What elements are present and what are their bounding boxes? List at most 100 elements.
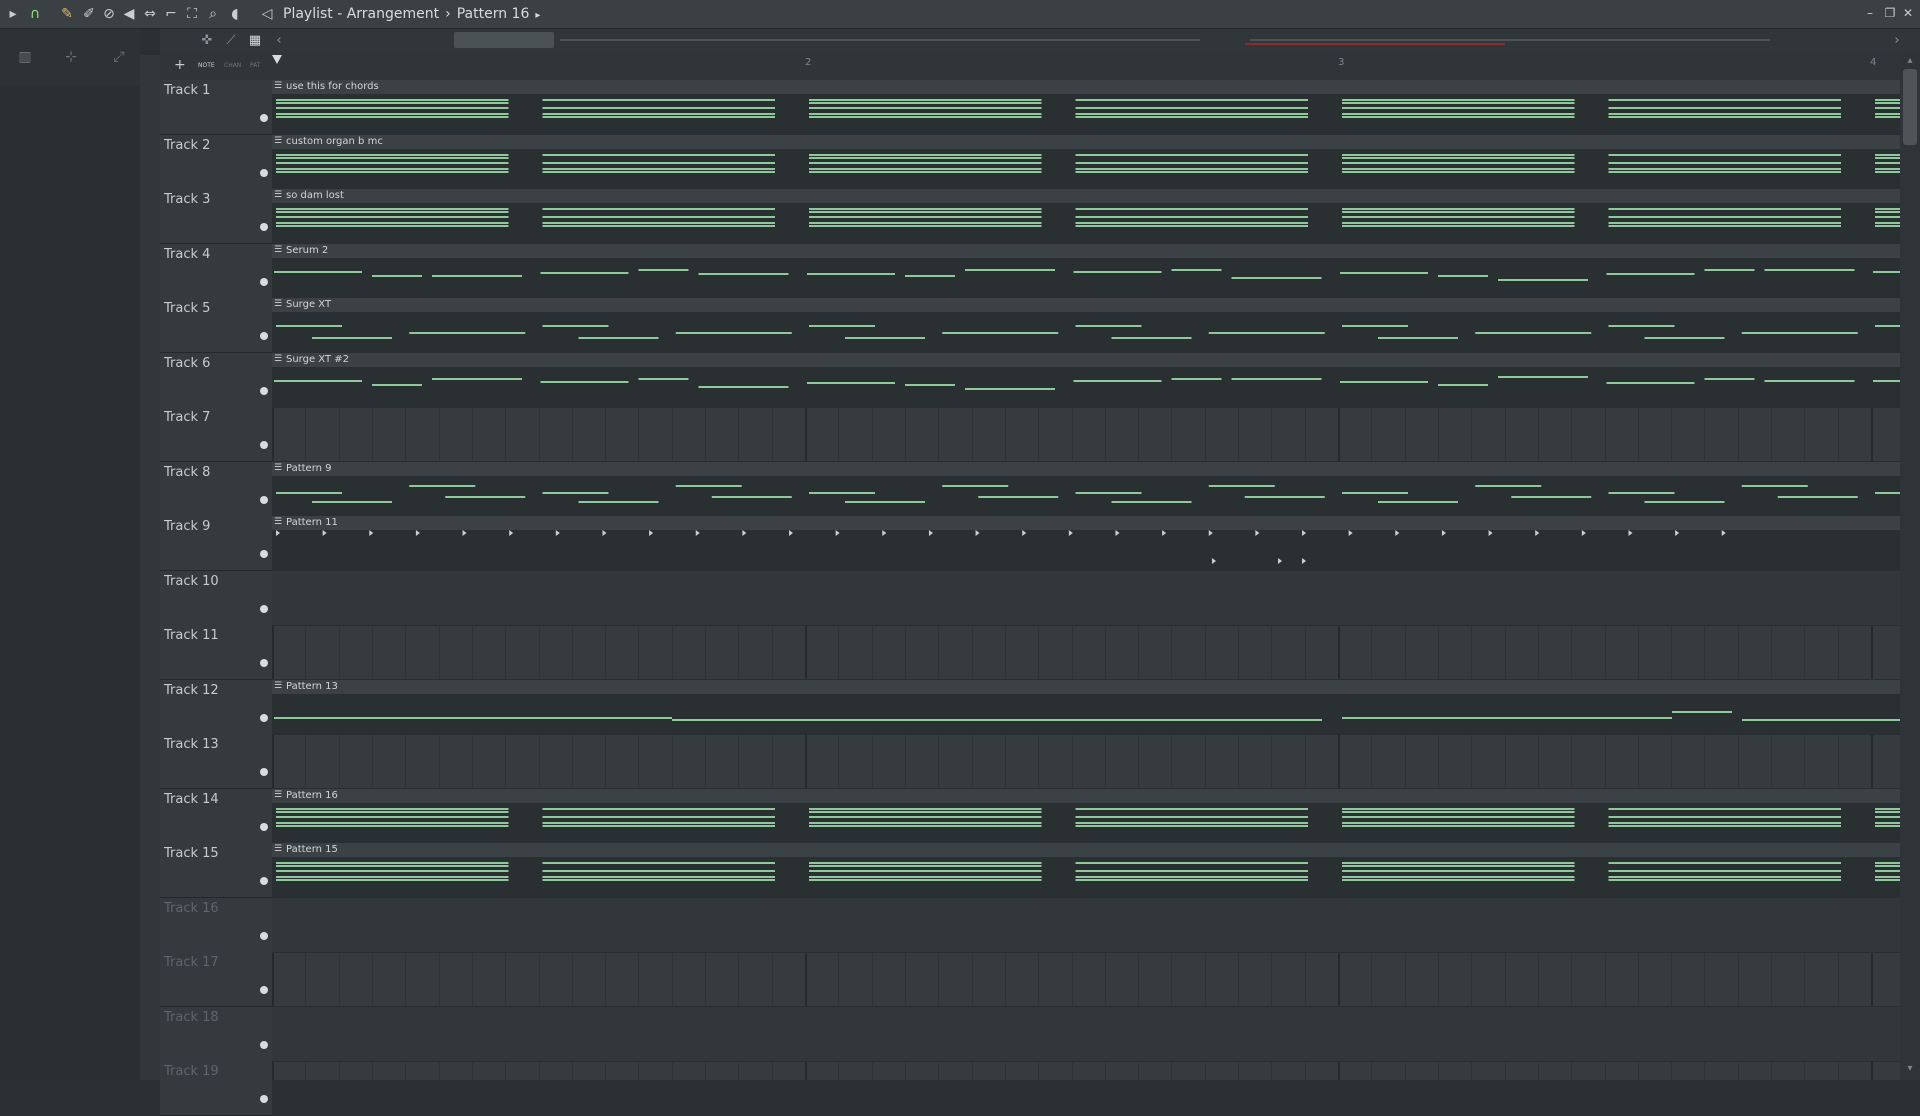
pattern-arrow-icon[interactable]: ▸ bbox=[532, 10, 543, 21]
track-lane[interactable]: ☰ Serum 2 bbox=[272, 244, 1900, 299]
slip-icon[interactable]: ⇔ bbox=[141, 4, 159, 24]
track-header[interactable]: Track 19 bbox=[160, 1061, 272, 1116]
clip-menu-icon[interactable]: ☰ bbox=[274, 518, 283, 527]
vertical-scrollbar[interactable]: ▴ ▾ bbox=[1900, 53, 1920, 1080]
track-enable-icon[interactable] bbox=[260, 223, 268, 231]
clip-header[interactable]: ☰ Pattern 11 bbox=[272, 516, 1900, 530]
horizontal-scroll-thumb[interactable] bbox=[454, 32, 554, 48]
track-header[interactable]: Track 15 bbox=[160, 843, 272, 898]
play-icon[interactable]: ▸ bbox=[4, 4, 22, 24]
track-lane[interactable]: ☰ Surge XT #2 bbox=[272, 353, 1900, 408]
clip-menu-icon[interactable]: ☰ bbox=[274, 464, 283, 473]
track-header[interactable]: Track 6 bbox=[160, 353, 272, 408]
draw-icon[interactable]: ⟋ bbox=[222, 32, 240, 50]
timeline-ruler[interactable]: 2 3 4 bbox=[272, 53, 1900, 81]
track-enable-icon[interactable] bbox=[260, 1041, 268, 1049]
track-lane[interactable] bbox=[272, 952, 1900, 1007]
track-enable-icon[interactable] bbox=[260, 659, 268, 667]
mode-chan[interactable]: CHAN bbox=[224, 62, 241, 69]
track-enable-icon[interactable] bbox=[260, 496, 268, 504]
playback-icon[interactable]: ◖ bbox=[226, 4, 244, 24]
clip-header[interactable]: ☰ Serum 2 bbox=[272, 244, 1900, 258]
pattern-clip[interactable]: ☰ Pattern 16 bbox=[272, 789, 1900, 843]
clip-menu-icon[interactable]: ☰ bbox=[274, 682, 283, 691]
track-enable-icon[interactable] bbox=[260, 823, 268, 831]
track-lane[interactable] bbox=[272, 898, 1900, 953]
track-enable-icon[interactable] bbox=[260, 714, 268, 722]
playhead-marker-icon[interactable] bbox=[272, 55, 282, 64]
clip-menu-icon[interactable]: ☰ bbox=[274, 845, 283, 854]
pattern-clip[interactable]: ☰ Pattern 15 bbox=[272, 843, 1900, 897]
clip-header[interactable]: ☰ Surge XT #2 bbox=[272, 353, 1900, 367]
pattern-clip[interactable]: ☰ Serum 2 bbox=[272, 244, 1900, 298]
clip-menu-icon[interactable]: ☰ bbox=[274, 355, 283, 364]
scroll-up-icon[interactable]: ▴ bbox=[1904, 55, 1916, 67]
track-enable-icon[interactable] bbox=[260, 441, 268, 449]
track-lane[interactable] bbox=[272, 734, 1900, 789]
track-lane[interactable] bbox=[272, 1061, 1900, 1080]
track-header[interactable]: Track 11 bbox=[160, 625, 272, 680]
track-enable-icon[interactable] bbox=[260, 932, 268, 940]
link-icon[interactable]: ⤢ bbox=[108, 49, 130, 67]
restore-icon[interactable]: ❐ bbox=[1882, 5, 1898, 21]
track-enable-icon[interactable] bbox=[260, 550, 268, 558]
delete-icon[interactable]: ⊘ bbox=[100, 4, 118, 24]
track-header[interactable]: Track 12 bbox=[160, 680, 272, 735]
track-header[interactable]: Track 5 bbox=[160, 298, 272, 353]
track-header[interactable]: Track 2 bbox=[160, 135, 272, 190]
scroll-right-icon[interactable]: › bbox=[1888, 32, 1906, 50]
track-enable-icon[interactable] bbox=[260, 332, 268, 340]
pattern-clip[interactable]: ☰ Surge XT #2 bbox=[272, 353, 1900, 407]
track-enable-icon[interactable] bbox=[260, 169, 268, 177]
track-header[interactable]: Track 18 bbox=[160, 1007, 272, 1062]
track-lane[interactable] bbox=[272, 407, 1900, 462]
scroll-down-icon[interactable]: ▾ bbox=[1904, 1063, 1916, 1075]
clip-menu-icon[interactable]: ☰ bbox=[274, 300, 283, 309]
track-enable-icon[interactable] bbox=[260, 1095, 268, 1103]
track-enable-icon[interactable] bbox=[260, 768, 268, 776]
track-lane[interactable]: ☰ so dam lost bbox=[272, 189, 1900, 244]
clip-menu-icon[interactable]: ☰ bbox=[274, 191, 283, 200]
close-icon[interactable]: ✕ bbox=[1900, 5, 1916, 21]
track-lane[interactable]: ☰ custom organ b mc bbox=[272, 135, 1900, 190]
pattern-clip[interactable]: ☰ Pattern 9 bbox=[272, 462, 1900, 516]
track-lane[interactable]: ☰ use this for chords bbox=[272, 80, 1900, 135]
clip-header[interactable]: ☰ so dam lost bbox=[272, 189, 1900, 203]
track-enable-icon[interactable] bbox=[260, 877, 268, 885]
track-lane[interactable]: ☰ Pattern 13 bbox=[272, 680, 1900, 735]
pattern-selector[interactable]: Pattern 16 bbox=[454, 6, 533, 22]
pencil-icon[interactable]: ✎ bbox=[58, 4, 76, 24]
minimize-icon[interactable]: – bbox=[1862, 5, 1878, 21]
slice-icon[interactable]: ⌐ bbox=[162, 4, 180, 24]
track-enable-icon[interactable] bbox=[260, 278, 268, 286]
track-lane[interactable] bbox=[272, 625, 1900, 680]
magnet-icon[interactable]: ∩ bbox=[26, 4, 44, 24]
clip-menu-icon[interactable]: ☰ bbox=[274, 246, 283, 255]
clip-menu-icon[interactable]: ☰ bbox=[274, 82, 283, 91]
track-lane[interactable]: ☰ Surge XT bbox=[272, 298, 1900, 353]
track-enable-icon[interactable] bbox=[260, 605, 268, 613]
track-enable-icon[interactable] bbox=[260, 387, 268, 395]
track-header[interactable]: Track 3 bbox=[160, 189, 272, 244]
track-header[interactable]: Track 13 bbox=[160, 734, 272, 789]
select-icon[interactable]: ⛶ bbox=[183, 4, 201, 24]
track-lane[interactable]: ☰ Pattern 16 bbox=[272, 789, 1900, 844]
track-header[interactable]: Track 4 bbox=[160, 244, 272, 299]
clip-header[interactable]: ☰ Surge XT bbox=[272, 298, 1900, 312]
track-header[interactable]: Track 8 bbox=[160, 462, 272, 517]
pattern-clip[interactable]: ☰ Surge XT bbox=[272, 298, 1900, 352]
clip-menu-icon[interactable]: ☰ bbox=[274, 137, 283, 146]
clip-menu-icon[interactable]: ☰ bbox=[274, 791, 283, 800]
track-header[interactable]: Track 7 bbox=[160, 407, 272, 462]
scroll-left-icon[interactable]: ‹ bbox=[270, 32, 288, 50]
tempo-icon[interactable]: ▥ bbox=[14, 49, 36, 67]
snap-icon[interactable]: ✜ bbox=[198, 32, 216, 50]
zoom-icon[interactable]: ⌕ bbox=[204, 4, 222, 24]
clip-header[interactable]: ☰ custom organ b mc bbox=[272, 135, 1900, 149]
track-header[interactable]: Track 9 bbox=[160, 516, 272, 571]
track-header[interactable]: Track 14 bbox=[160, 789, 272, 844]
track-header[interactable]: Track 1 bbox=[160, 80, 272, 135]
pattern-clip[interactable]: ☰ use this for chords bbox=[272, 80, 1900, 134]
mute-icon[interactable]: ◀ bbox=[120, 4, 138, 24]
clip-header[interactable]: ☰ Pattern 13 bbox=[272, 680, 1900, 694]
